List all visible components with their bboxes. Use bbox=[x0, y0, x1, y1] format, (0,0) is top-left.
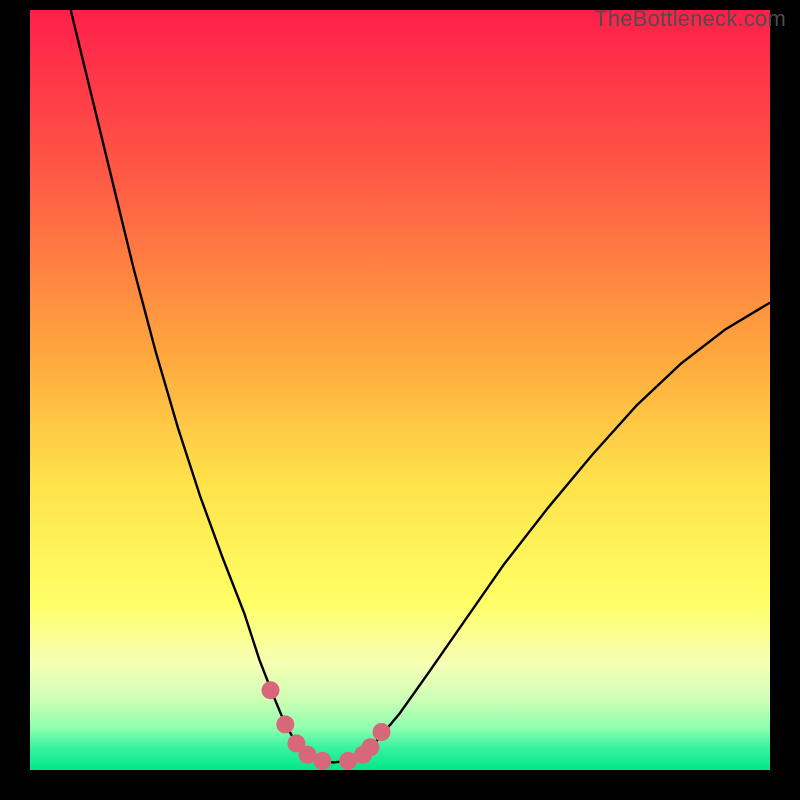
chart-frame: TheBottleneck.com bbox=[0, 0, 800, 800]
bottleneck-marker bbox=[373, 723, 391, 741]
plot-area bbox=[30, 10, 770, 770]
bottleneck-marker bbox=[276, 715, 294, 733]
gradient-background bbox=[30, 10, 770, 770]
bottleneck-marker bbox=[313, 752, 331, 770]
bottleneck-marker bbox=[361, 738, 379, 756]
watermark-text: TheBottleneck.com bbox=[594, 6, 786, 32]
bottleneck-chart bbox=[30, 10, 770, 770]
bottleneck-marker bbox=[262, 681, 280, 699]
